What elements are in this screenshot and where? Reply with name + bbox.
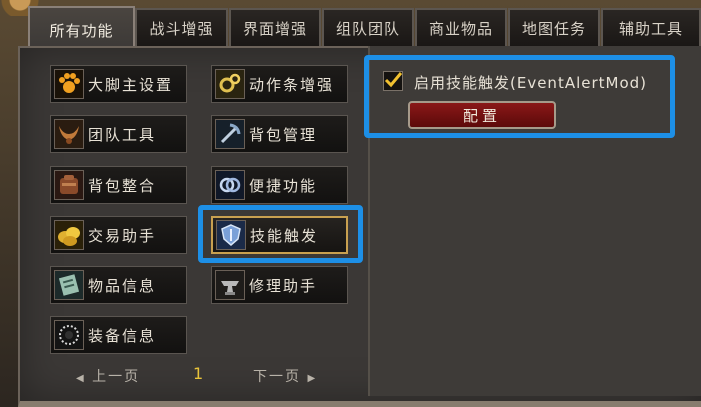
feature-label: 物品信息 xyxy=(88,276,157,295)
feature-label: 背包管理 xyxy=(249,125,318,144)
caret-left-icon: ◀ xyxy=(76,373,86,384)
feature-button-repair-helper[interactable]: 修理助手 xyxy=(211,266,348,304)
horns-icon xyxy=(54,119,84,149)
prev-page-label: 上一页 xyxy=(92,369,141,385)
feature-button-bag-merge[interactable]: 背包整合 xyxy=(50,166,187,204)
tab-map-quest[interactable]: 地图任务 xyxy=(508,8,600,46)
feature-label: 装备信息 xyxy=(88,326,157,345)
coins-icon xyxy=(54,220,84,250)
feature-button-convenience[interactable]: 便捷功能 xyxy=(211,166,348,204)
caret-right-icon: ▶ xyxy=(307,373,318,384)
rings-icon xyxy=(215,170,245,200)
highlight-selected-feature xyxy=(198,205,363,263)
tab-combat[interactable]: 战斗增强 xyxy=(135,8,228,46)
bag-icon xyxy=(54,170,84,200)
pickaxe-icon xyxy=(215,119,245,149)
prev-page-button[interactable]: ◀ 上一页 xyxy=(76,366,140,386)
feature-button-main-settings[interactable]: 大脚主设置 xyxy=(50,65,187,103)
feature-label: 修理助手 xyxy=(249,276,318,295)
gear-icon xyxy=(215,69,245,99)
necklace-icon xyxy=(54,320,84,350)
tab-utility-tools[interactable]: 辅助工具 xyxy=(601,8,701,46)
feature-label: 交易助手 xyxy=(88,226,157,245)
tab-bar: 所有功能 战斗增强 界面增强 组队团队 商业物品 地图任务 辅助工具 xyxy=(28,4,701,52)
feature-label: 背包整合 xyxy=(88,176,157,195)
feature-button-raid-tools[interactable]: 团队工具 xyxy=(50,115,187,153)
feature-button-actionbar[interactable]: 动作条增强 xyxy=(211,65,348,103)
paw-icon xyxy=(54,69,84,99)
feature-button-bag-manager[interactable]: 背包管理 xyxy=(211,115,348,153)
feature-label: 便捷功能 xyxy=(249,176,318,195)
feature-button-item-info[interactable]: 物品信息 xyxy=(50,266,187,304)
scroll-icon xyxy=(54,270,84,300)
feature-button-equipment-info[interactable]: 装备信息 xyxy=(50,316,187,354)
tab-business-items[interactable]: 商业物品 xyxy=(415,8,507,46)
anvil-icon xyxy=(215,270,245,300)
feature-label: 动作条增强 xyxy=(249,75,335,94)
feature-button-trade-helper[interactable]: 交易助手 xyxy=(50,216,187,254)
highlight-settings xyxy=(364,55,675,138)
feature-label: 团队工具 xyxy=(88,125,157,144)
next-page-button[interactable]: 下一页 ▶ xyxy=(253,366,317,386)
next-page-label: 下一页 xyxy=(253,369,301,385)
page-number: 1 xyxy=(193,364,204,383)
tab-interface[interactable]: 界面增强 xyxy=(229,8,321,46)
tab-group-raid[interactable]: 组队团队 xyxy=(322,8,414,46)
feature-label: 大脚主设置 xyxy=(88,75,174,94)
